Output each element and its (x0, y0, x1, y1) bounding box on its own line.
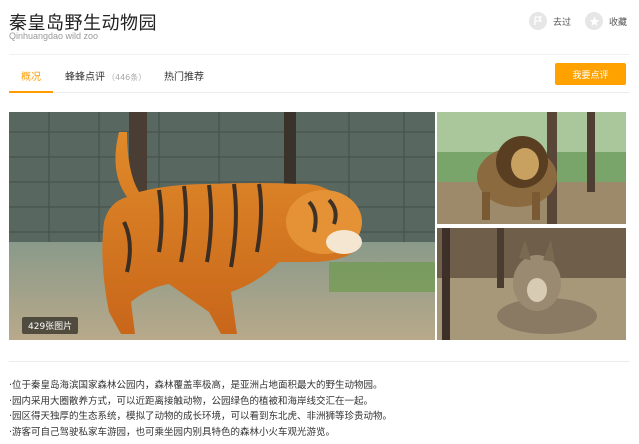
description-line: ·园区得天独厚的生态系统，模拟了动物的成长环境，可以看到东北虎、非洲狮等珍贵动物… (9, 411, 393, 422)
star-icon (585, 12, 603, 30)
photo-tiger[interactable] (9, 112, 435, 340)
tab-bar: 概况 蜂蜂点评 （446条） 热门推荐 (9, 54, 630, 93)
page-subtitle: Qinhuangdao wild zoo (9, 31, 99, 41)
write-review-button[interactable]: 我要点评 (555, 63, 626, 85)
description-line: ·园内采用大圈散养方式，可以近距离接触动物，公园绿色的植被和海岸线交汇在一起。 (9, 395, 374, 407)
favorite-label: 收藏 (609, 17, 628, 28)
been-button[interactable]: 去过 (529, 12, 571, 30)
tab-recommend[interactable]: 热门推荐 (164, 68, 204, 83)
description: ·位于秦皇岛海滨国家森林公园内，森林覆盖率极高，是亚洲占地面积最大的野生动物园。… (9, 361, 630, 444)
been-label: 去过 (553, 17, 572, 28)
photo-lion[interactable] (437, 112, 626, 224)
photo-count-badge[interactable]: 429张图片 (22, 317, 79, 334)
favorite-button[interactable]: 收藏 (585, 12, 627, 30)
tab-reviews-label: 蜂蜂点评 (65, 72, 105, 83)
description-line: ·游客可自己驾驶私家车游园，也可乘坐园内别具特色的森林小火车观光游览。 (9, 426, 336, 438)
tab-reviews[interactable]: 蜂蜂点评 （446条） (65, 68, 146, 83)
active-tab-indicator (9, 91, 53, 93)
tab-reviews-count: （446条） (107, 73, 147, 82)
description-line: ·位于秦皇岛海滨国家森林公园内，森林覆盖率极高，是亚洲占地面积最大的野生动物园。 (9, 380, 383, 391)
tab-overview[interactable]: 概况 (21, 68, 41, 83)
flag-icon (529, 12, 547, 30)
photo-wolf[interactable] (437, 228, 626, 340)
